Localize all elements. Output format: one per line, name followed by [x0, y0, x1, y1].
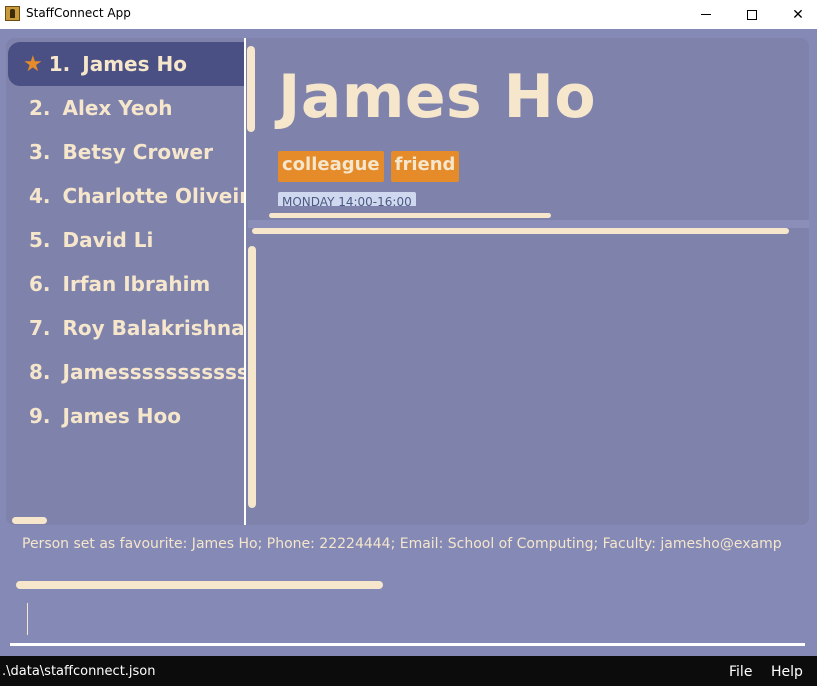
list-item-name: David Li [62, 228, 154, 252]
detail-horizontal-scrollbar[interactable] [269, 213, 551, 218]
status-bar: .\data\staffconnect.json File Help [0, 656, 817, 686]
detail-vertical-scrollbar[interactable] [248, 246, 256, 508]
menu-help[interactable]: Help [771, 664, 803, 680]
tag-badge: friend [390, 151, 460, 182]
window-title: StaffConnect App [26, 6, 131, 20]
list-item[interactable]: 5. David Li [6, 218, 244, 262]
menu-file[interactable]: File [729, 664, 752, 680]
list-item-name: James Hoo [62, 404, 181, 428]
command-input[interactable] [27, 603, 28, 635]
list-item-name: Betsy Crower [62, 140, 213, 164]
person-list: ★ 1. James Ho 2. Alex Yeoh 3. Betsy Crow… [6, 38, 244, 525]
maximize-icon [747, 9, 757, 20]
tag-list: colleague friend [278, 151, 460, 182]
list-item-index: 4. [29, 184, 51, 208]
availability-badge: MONDAY 14:00-16:00 [278, 192, 416, 206]
list-item-index: 1. [48, 52, 71, 76]
detail-top-vertical-scrollbar[interactable] [247, 46, 255, 132]
detail-name: James Ho [278, 62, 597, 132]
availability-area: MONDAY 14:00-16:00 [278, 191, 438, 206]
list-item-name: Alex Yeoh [62, 96, 173, 120]
person-list-horizontal-scrollbar[interactable] [12, 517, 47, 524]
list-item-name: Roy Balakrishnan [62, 316, 244, 340]
tag-badge: colleague [278, 151, 384, 182]
minimize-icon [701, 14, 711, 15]
command-underline [10, 643, 805, 646]
maximize-button[interactable] [729, 0, 775, 29]
list-item-index: 3. [29, 140, 51, 164]
close-icon: ✕ [792, 6, 804, 23]
minimize-button[interactable] [683, 0, 729, 29]
save-location: .\data\staffconnect.json [2, 664, 156, 679]
list-item-index: 5. [29, 228, 51, 252]
split-divider[interactable] [244, 38, 246, 525]
list-item[interactable]: 4. Charlotte Oliveiro [6, 174, 244, 218]
list-item-index: 8. [29, 360, 51, 384]
result-horizontal-scrollbar[interactable] [16, 581, 383, 589]
list-item[interactable]: 7. Roy Balakrishnan [6, 306, 244, 350]
detail-separator [248, 220, 809, 228]
list-item-index: 9. [29, 404, 51, 428]
app-icon [5, 6, 20, 21]
list-item[interactable]: 2. Alex Yeoh [6, 86, 244, 130]
title-bar: StaffConnect App ✕ [0, 0, 817, 29]
list-item-name: Jamessssssssssssss [62, 360, 244, 384]
list-item-index: 2. [29, 96, 51, 120]
list-item-name: Charlotte Oliveiro [62, 184, 244, 208]
list-item-index: 6. [29, 272, 51, 296]
star-icon: ★ [23, 51, 43, 77]
list-item[interactable]: ★ 1. James Ho [8, 42, 244, 86]
list-item[interactable]: 6. Irfan Ibrahim [6, 262, 244, 306]
close-button[interactable]: ✕ [775, 0, 817, 29]
list-item-index: 7. [29, 316, 51, 340]
list-item[interactable]: 3. Betsy Crower [6, 130, 244, 174]
list-item[interactable]: 8. Jamessssssssssssss [6, 350, 244, 394]
list-item-name: Irfan Ibrahim [62, 272, 211, 296]
detail-lower-horizontal-scrollbar[interactable] [252, 228, 789, 234]
list-item[interactable]: 9. James Hoo [6, 394, 244, 438]
list-item-name: James Ho [82, 52, 187, 76]
result-message: Person set as favourite: James Ho; Phone… [22, 536, 782, 552]
